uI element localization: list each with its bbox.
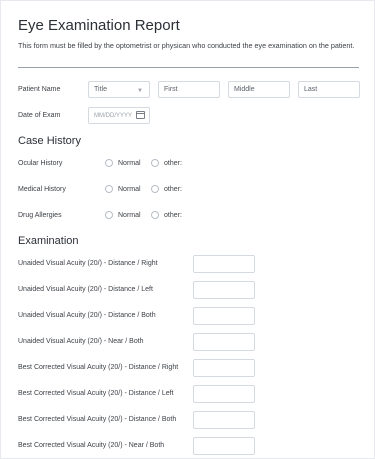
date-of-exam-field[interactable]: MM/DD/YYYY: [88, 107, 150, 124]
exam-input-field[interactable]: [193, 307, 255, 325]
medical-history-label: Medical History: [18, 186, 66, 193]
medical-other-radio[interactable]: other:: [151, 185, 182, 193]
exam-row-label: Best Corrected Visual Acuity (20/) - Nea…: [18, 442, 165, 449]
exam-row-label: Best Corrected Visual Acuity (20/) - Dis…: [18, 364, 179, 371]
eye-exam-form: Eye Examination Report This form must be…: [0, 0, 375, 459]
radio-label: Normal: [118, 211, 141, 219]
exam-input-field[interactable]: [193, 281, 255, 299]
radio-circle-icon: [105, 159, 113, 167]
radio-label: other:: [164, 185, 182, 193]
chevron-down-icon: ▼: [137, 88, 143, 94]
last-name-field[interactable]: Last: [298, 81, 360, 98]
exam-input-field[interactable]: [193, 437, 255, 455]
exam-input-field[interactable]: [193, 411, 255, 429]
exam-row-label: Unaided Visual Acuity (20/) - Distance /…: [18, 286, 153, 293]
exam-row-label: Best Corrected Visual Acuity (20/) - Dis…: [18, 390, 174, 397]
radio-label: Normal: [118, 185, 141, 193]
form-description: This form must be filled by the optometr…: [18, 41, 355, 50]
radio-circle-icon: [151, 159, 159, 167]
date-of-exam-label: Date of Exam: [18, 112, 61, 119]
middle-name-placeholder: Middle: [234, 86, 255, 93]
form-title: Eye Examination Report: [18, 17, 180, 34]
medical-normal-radio[interactable]: Normal: [105, 185, 141, 193]
exam-row-label: Unaided Visual Acuity (20/) - Distance /…: [18, 260, 158, 267]
date-placeholder: MM/DD/YYYY: [94, 113, 133, 119]
exam-input-field[interactable]: [193, 359, 255, 377]
drug-other-radio[interactable]: other:: [151, 211, 182, 219]
radio-circle-icon: [151, 211, 159, 219]
middle-name-field[interactable]: Middle: [228, 81, 290, 98]
title-select[interactable]: Title ▼: [88, 81, 150, 98]
exam-input-field[interactable]: [193, 333, 255, 351]
radio-label: other:: [164, 211, 182, 219]
radio-circle-icon: [105, 185, 113, 193]
case-history-heading: Case History: [18, 135, 81, 147]
calendar-icon[interactable]: [136, 111, 145, 119]
examination-heading: Examination: [18, 235, 79, 247]
patient-name-label: Patient Name: [18, 86, 61, 93]
exam-row-label: Best Corrected Visual Acuity (20/) - Dis…: [18, 416, 177, 423]
ocular-history-label: Ocular History: [18, 160, 63, 167]
title-select-value: Title: [94, 86, 107, 93]
last-name-placeholder: Last: [304, 86, 318, 93]
radio-label: Normal: [118, 159, 141, 167]
header-divider: [18, 67, 359, 68]
exam-input-field[interactable]: [193, 385, 255, 403]
first-name-field[interactable]: First: [158, 81, 220, 98]
first-name-placeholder: First: [164, 86, 178, 93]
radio-label: other:: [164, 159, 182, 167]
exam-input-field[interactable]: [193, 255, 255, 273]
radio-circle-icon: [105, 211, 113, 219]
exam-row-label: Unaided Visual Acuity (20/) - Near / Bot…: [18, 338, 144, 345]
drug-normal-radio[interactable]: Normal: [105, 211, 141, 219]
exam-row-label: Unaided Visual Acuity (20/) - Distance /…: [18, 312, 156, 319]
radio-circle-icon: [151, 185, 159, 193]
drug-allergies-label: Drug Allergies: [18, 212, 62, 219]
ocular-other-radio[interactable]: other:: [151, 159, 182, 167]
ocular-normal-radio[interactable]: Normal: [105, 159, 141, 167]
